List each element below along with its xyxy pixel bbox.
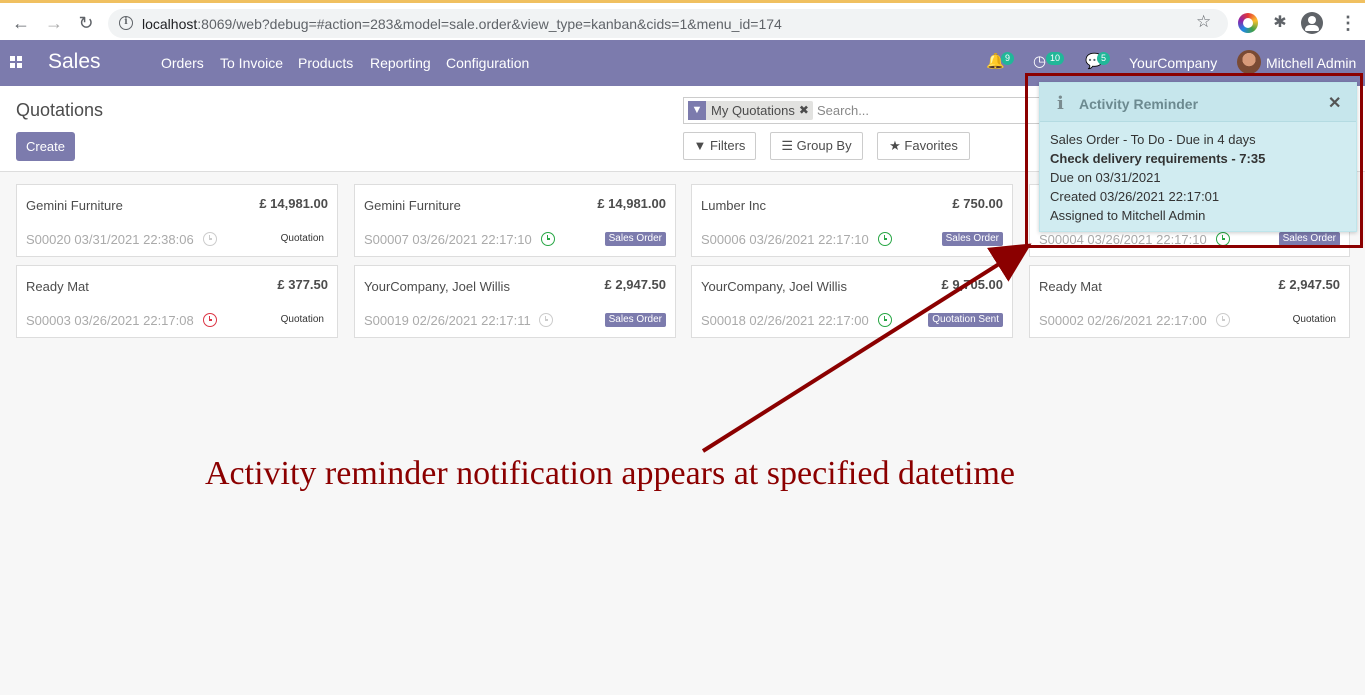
card-amount: £ 14,981.00 xyxy=(597,196,666,211)
card-customer: YourCompany, Joel Willis xyxy=(701,279,847,294)
card-customer: Lumber Inc xyxy=(701,198,767,213)
user-menu[interactable]: Mitchell Admin xyxy=(1266,55,1356,71)
page-title: Quotations xyxy=(16,100,104,120)
user-avatar[interactable] xyxy=(1237,50,1261,74)
search-bar[interactable]: ▼ My Quotations ✖ Search... xyxy=(683,97,1083,124)
kanban-card[interactable]: YourCompany, Joel Willis £ 9,705.00 S000… xyxy=(691,265,1013,338)
activity-clock-icon[interactable] xyxy=(539,313,553,327)
kanban-card[interactable]: Gemini Furniture £ 14,981.00 S00007 03/2… xyxy=(354,184,676,257)
app-brand[interactable]: Sales xyxy=(48,50,101,74)
create-button[interactable]: Create xyxy=(16,132,75,161)
address-bar[interactable]: i localhost:8069/web?debug=#action=283&m… xyxy=(108,9,1228,38)
card-amount: £ 750.00 xyxy=(952,196,1003,211)
status-badge: Sales Order xyxy=(604,313,666,327)
menu-configuration[interactable]: Configuration xyxy=(446,55,529,71)
card-reference: S00002 02/26/2021 22:17:00 xyxy=(1039,313,1207,328)
activity-clock-icon[interactable] xyxy=(878,232,892,246)
back-icon[interactable]: ← xyxy=(9,11,33,35)
kanban-card[interactable]: Lumber Inc £ 750.00 S00006 03/26/2021 22… xyxy=(691,184,1013,257)
status-badge: Quotation xyxy=(1292,314,1336,325)
card-amount: £ 2,947.50 xyxy=(604,277,666,292)
card-amount: £ 2,947.50 xyxy=(1278,277,1340,292)
annotation-caption: Activity reminder notification appears a… xyxy=(205,455,1016,492)
kanban-card[interactable]: Gemini Furniture £ 14,981.00 S00020 03/3… xyxy=(16,184,338,257)
kanban-card[interactable]: YourCompany, Joel Willis £ 2,947.50 S000… xyxy=(354,265,676,338)
card-customer: YourCompany, Joel Willis xyxy=(364,279,510,294)
card-reference: S00019 02/26/2021 22:17:11 xyxy=(364,313,531,328)
list-icon: ☰ xyxy=(781,138,794,153)
status-badge: Quotation xyxy=(280,314,324,325)
card-amount: £ 9,705.00 xyxy=(941,277,1003,292)
card-customer: Gemini Furniture xyxy=(26,198,123,213)
search-input[interactable]: Search... xyxy=(817,103,869,118)
notifications-badge: 9 xyxy=(1001,52,1015,65)
forward-icon[interactable]: → xyxy=(42,11,66,35)
card-customer: Ready Mat xyxy=(26,279,89,294)
filters-button[interactable]: ▼ Filters xyxy=(683,132,756,160)
filter-icon: ▼ xyxy=(693,138,707,153)
status-badge: Sales Order xyxy=(941,232,1003,246)
site-info-icon[interactable]: i xyxy=(119,16,133,30)
url-text[interactable]: localhost:8069/web?debug=#action=283&mod… xyxy=(142,16,782,32)
browser-toolbar: ← → ↻ i localhost:8069/web?debug=#action… xyxy=(0,0,1365,40)
menu-to-invoice[interactable]: To Invoice xyxy=(220,55,283,71)
reload-icon[interactable]: ↻ xyxy=(74,11,98,35)
card-amount: £ 14,981.00 xyxy=(259,196,328,211)
card-customer: Gemini Furniture xyxy=(364,198,461,213)
messages-badge: 5 xyxy=(1097,52,1111,65)
card-reference: S00007 03/26/2021 22:17:10 xyxy=(364,232,532,247)
card-customer: Ready Mat xyxy=(1039,279,1102,294)
profile-icon[interactable] xyxy=(1301,12,1323,34)
favorites-button[interactable]: ★ Favorites xyxy=(877,132,970,160)
star-icon: ★ xyxy=(889,138,901,153)
annotation-highlight-box xyxy=(1025,73,1363,248)
filter-icon: ▼ xyxy=(688,101,706,120)
extensions-puzzle-icon[interactable]: ✱ xyxy=(1270,13,1290,33)
apps-menu-icon[interactable] xyxy=(10,56,22,68)
card-reference: S00003 03/26/2021 22:17:08 xyxy=(26,313,194,328)
company-switcher[interactable]: YourCompany xyxy=(1129,55,1217,71)
group-by-button[interactable]: ☰ Group By xyxy=(770,132,863,160)
status-badge: Quotation Sent xyxy=(928,313,1003,327)
menu-orders[interactable]: Orders xyxy=(161,55,204,71)
activity-clock-icon[interactable] xyxy=(203,313,217,327)
search-facet: ▼ My Quotations ✖ xyxy=(688,101,813,120)
browser-menu-icon[interactable]: ⋮ xyxy=(1338,13,1358,33)
facet-remove-icon[interactable]: ✖ xyxy=(799,101,813,120)
activity-clock-icon[interactable] xyxy=(203,232,217,246)
activities-badge: 10 xyxy=(1046,52,1065,65)
card-reference: S00006 03/26/2021 22:17:10 xyxy=(701,232,869,247)
status-badge: Sales Order xyxy=(604,232,666,246)
color-extension-icon[interactable] xyxy=(1238,13,1258,33)
card-reference: S00018 02/26/2021 22:17:00 xyxy=(701,313,869,328)
menu-reporting[interactable]: Reporting xyxy=(370,55,431,71)
status-badge: Quotation xyxy=(280,233,324,244)
bookmark-star-icon[interactable]: ☆ xyxy=(1196,12,1211,32)
card-amount: £ 377.50 xyxy=(277,277,328,292)
kanban-card[interactable]: Ready Mat £ 2,947.50 S00002 02/26/2021 2… xyxy=(1029,265,1350,338)
activity-clock-icon[interactable] xyxy=(878,313,892,327)
activity-clock-icon[interactable]: ◷ xyxy=(1033,52,1046,70)
facet-label: My Quotations xyxy=(711,103,795,118)
kanban-card[interactable]: Ready Mat £ 377.50 S00003 03/26/2021 22:… xyxy=(16,265,338,338)
card-reference: S00020 03/31/2021 22:38:06 xyxy=(26,232,194,247)
menu-products[interactable]: Products xyxy=(298,55,353,71)
activity-clock-icon[interactable] xyxy=(541,232,555,246)
activity-clock-icon[interactable] xyxy=(1216,313,1230,327)
